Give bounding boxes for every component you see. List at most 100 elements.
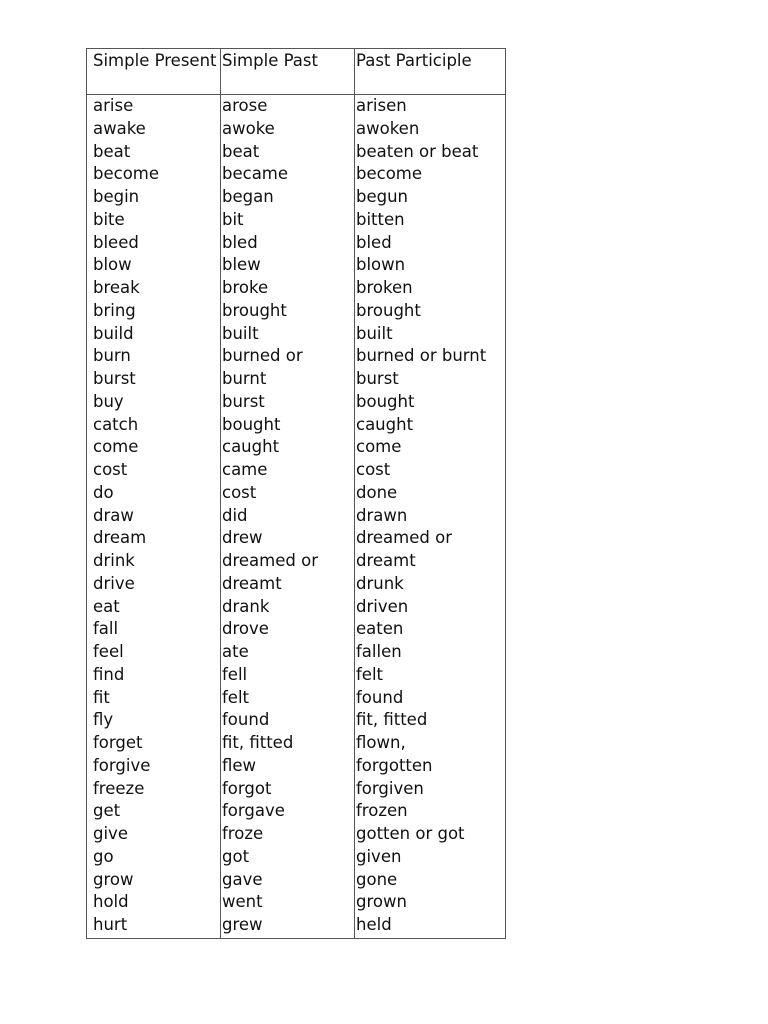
cell-past-participle: bled — [356, 232, 392, 252]
cell-past-participle: come — [356, 437, 402, 457]
cell-simple-past: felt — [222, 687, 250, 707]
cell-simple-present: forgive — [93, 755, 151, 775]
cell-simple-present: drive — [93, 573, 135, 593]
cell-past-participle: gotten or got — [356, 824, 465, 843]
cell-simple-present: bite — [93, 209, 125, 229]
cell-simple-present: buy — [93, 391, 124, 411]
cell-simple-past: forgot — [222, 778, 272, 798]
cell-past-participle: gone — [356, 869, 398, 889]
cell-simple-past: ate — [222, 642, 249, 661]
cell-past-participle: arisen — [356, 96, 407, 115]
cell-simple-past: arose — [222, 96, 268, 115]
cell-simple-past: burnt — [222, 369, 267, 388]
cell-past-participle: forgotten — [356, 755, 433, 775]
cell-past-participle: bought — [356, 391, 415, 411]
cell-simple-present: give — [93, 824, 128, 843]
cell-simple-past: did — [222, 505, 248, 525]
cell-past-participle: begun — [356, 187, 409, 206]
cell-simple-past: fit, fitted — [222, 733, 294, 752]
cell-simple-present: begin — [93, 187, 140, 206]
column-past-participle: arisen awoken beaten or beat become begun bit… — [355, 95, 505, 938]
cell-simple-present: dream — [93, 528, 147, 548]
cell-simple-past: bought — [222, 414, 281, 434]
cell-simple-past: dreamt — [222, 573, 282, 593]
cell-simple-present: blow — [93, 255, 132, 275]
cell-simple-present: hold — [93, 892, 129, 912]
cell-simple-present: go — [93, 846, 114, 866]
cell-simple-past: cost — [222, 482, 257, 502]
cell-past-participle: beaten or beat — [356, 141, 479, 161]
cell-past-participle: dreamed or — [356, 528, 452, 548]
cell-simple-present: hurt — [93, 915, 128, 934]
cell-simple-past: bled — [222, 232, 258, 252]
cell-past-participle: caught — [356, 414, 414, 434]
cell-simple-past: began — [222, 187, 274, 206]
cell-simple-past: drove — [222, 619, 269, 639]
cell-simple-present: burst — [93, 369, 136, 388]
cell-simple-past: drew — [222, 528, 263, 548]
cell-simple-past: drank — [222, 596, 270, 616]
table-header-row: Simple Present Simple Past Past Particip… — [87, 49, 505, 95]
cell-simple-past: brought — [222, 300, 287, 320]
cell-past-participle: burst — [356, 369, 399, 388]
cell-simple-present: break — [93, 278, 140, 297]
cell-simple-past: awoke — [222, 118, 275, 138]
cell-simple-past: fell — [222, 664, 248, 684]
column-simple-past: arose awoke beat became began bit bled blew brok… — [221, 95, 355, 938]
cell-simple-present: freeze — [93, 778, 145, 798]
header-past-participle: Past Participle — [356, 51, 472, 70]
header-simple-past: Simple Past — [221, 49, 355, 94]
cell-simple-past: became — [222, 164, 289, 184]
cell-simple-present: fall — [93, 619, 119, 639]
cell-simple-present: bring — [93, 300, 136, 320]
cell-simple-present: come — [93, 437, 139, 457]
cell-past-participle: built — [356, 323, 393, 343]
cell-simple-present: awake — [93, 118, 146, 138]
cell-past-participle: flown, — [356, 733, 406, 752]
cell-past-participle: blown — [356, 255, 406, 275]
cell-simple-present: fit — [93, 687, 110, 707]
cell-simple-past: forgave — [222, 801, 285, 821]
cell-past-participle: given — [356, 846, 402, 866]
cell-past-participle: held — [356, 915, 392, 934]
cell-simple-past: came — [222, 460, 268, 479]
cell-simple-present: build — [93, 323, 134, 343]
cell-simple-past: beat — [222, 141, 260, 161]
cell-past-participle: become — [356, 164, 423, 184]
cell-simple-present: fly — [93, 710, 114, 730]
cell-past-participle: drawn — [356, 505, 408, 525]
cell-simple-past: caught — [222, 437, 280, 457]
cell-past-participle: felt — [356, 664, 384, 684]
cell-past-participle: done — [356, 482, 398, 502]
cell-simple-past: blew — [222, 255, 261, 275]
cell-past-participle: grown — [356, 892, 407, 912]
cell-simple-present: draw — [93, 505, 134, 525]
cell-simple-present: arise — [93, 96, 134, 115]
cell-past-participle: broken — [356, 278, 413, 297]
cell-simple-past: dreamed or — [222, 551, 318, 570]
cell-simple-past: bit — [222, 209, 244, 229]
cell-simple-past: went — [222, 892, 263, 912]
cell-past-participle: bitten — [356, 209, 405, 229]
cell-simple-present: burn — [93, 346, 131, 366]
cell-past-participle: eaten — [356, 619, 404, 639]
cell-simple-present: become — [93, 164, 160, 184]
cell-past-participle: forgiven — [356, 778, 424, 798]
cell-simple-present: drink — [93, 551, 135, 570]
cell-simple-past: gave — [222, 869, 263, 889]
cell-simple-past: grew — [222, 915, 263, 934]
cell-simple-past: flew — [222, 755, 257, 775]
irregular-verbs-table: Simple Present Simple Past Past Particip… — [86, 48, 506, 939]
cell-simple-past: froze — [222, 824, 264, 843]
cell-past-participle: driven — [356, 596, 409, 616]
cell-past-participle: awoken — [356, 118, 420, 138]
cell-past-participle: frozen — [356, 801, 408, 821]
cell-simple-present: get — [93, 801, 121, 821]
cell-past-participle: brought — [356, 300, 421, 320]
cell-past-participle: fit, fitted — [356, 710, 428, 730]
table-body: arise awake beat become begin bite bleed blow br… — [87, 95, 505, 938]
header-simple-present: Simple Present — [87, 49, 221, 94]
cell-past-participle: drunk — [356, 573, 404, 593]
cell-simple-present: catch — [93, 414, 139, 434]
cell-simple-present: grow — [93, 869, 134, 889]
